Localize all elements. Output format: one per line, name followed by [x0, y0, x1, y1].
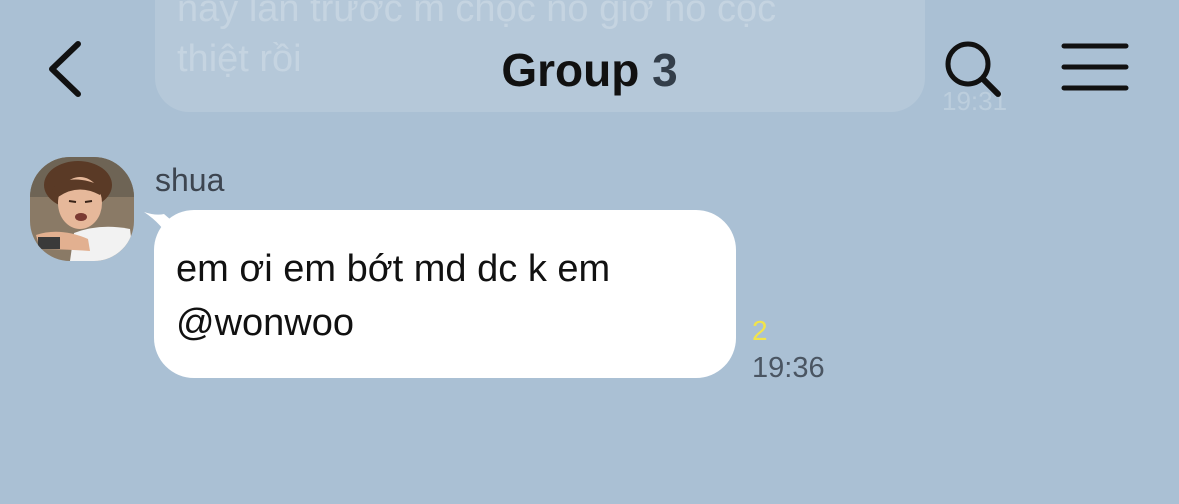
message-time: 19:36: [752, 352, 825, 384]
search-button[interactable]: [940, 36, 1006, 102]
member-count: 3: [652, 44, 678, 96]
hamburger-menu-icon: [1061, 43, 1129, 91]
menu-button[interactable]: [1060, 40, 1130, 96]
search-icon: [945, 41, 1001, 97]
message-line-1: em ơi em bớt md dc k em: [176, 248, 611, 290]
group-name: Group: [501, 44, 640, 96]
message-text: em ơi em bớt md dc k em @wonwoo: [176, 242, 716, 350]
avatar[interactable]: [30, 157, 134, 261]
profile-photo: [30, 157, 134, 261]
message-mention[interactable]: @wonwoo: [176, 296, 716, 350]
sender-name: shua: [155, 162, 225, 198]
chat-header: Group 3: [0, 0, 1179, 140]
read-count: 2: [752, 315, 768, 346]
